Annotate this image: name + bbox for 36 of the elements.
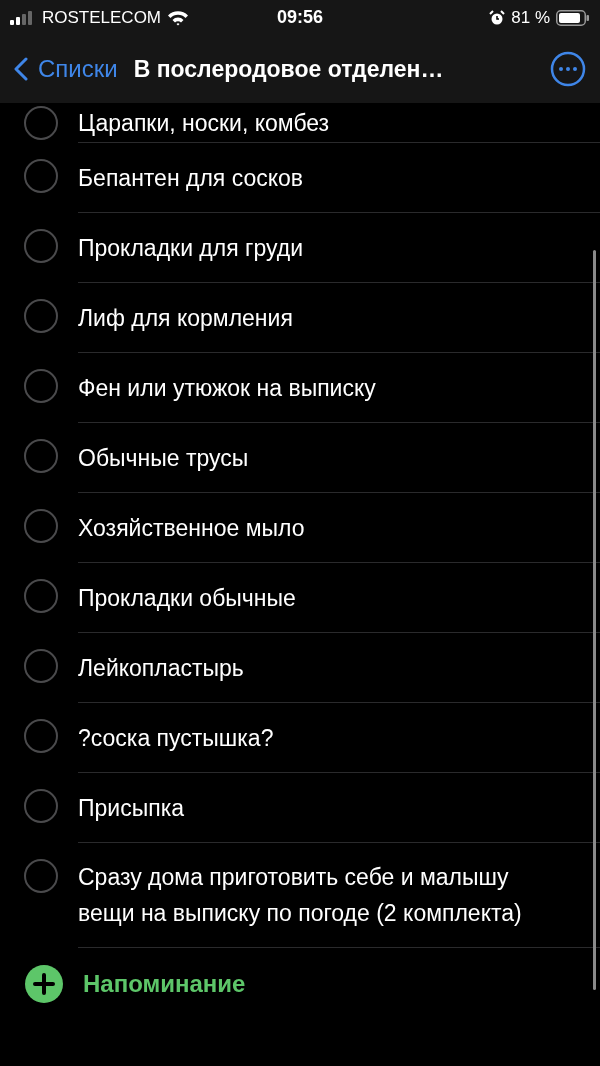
reminder-text: Бепантен для сосков [78,163,304,193]
checkbox-circle[interactable] [24,159,58,193]
reminder-text: Хозяйственное мыло [78,513,305,543]
checkbox-circle[interactable] [24,649,58,683]
plus-icon [25,965,63,1003]
more-icon[interactable] [550,51,586,87]
checkbox-circle[interactable] [24,369,58,403]
clock-time: 09:56 [277,7,323,28]
reminder-text: Присыпка [78,793,184,823]
checkbox-circle[interactable] [24,789,58,823]
checkbox-circle[interactable] [24,439,58,473]
checkbox-circle[interactable] [24,859,58,893]
wifi-icon [167,9,190,26]
battery-icon [556,9,590,26]
checkbox-circle[interactable] [24,719,58,753]
battery-percent: 81 % [511,7,550,28]
chevron-left-icon [14,57,28,81]
reminder-text: Прокладки обычные [78,583,296,613]
reminder-text: Лейкопластырь [78,653,244,683]
reminder-text: Сразу дома приготовить себе и малышу вещи на выписку по погоде (2 комплекта) [78,863,523,928]
reminder-text: Царапки, носки, комбез [78,108,330,138]
reminder-text: ?соска пустышка? [78,723,274,753]
checkbox-circle[interactable] [24,299,58,333]
reminder-text: Лиф для кормления [78,303,293,333]
reminder-text: Прокладки для груди [78,233,303,263]
carrier-name: ROSTELECOM [42,7,162,28]
list-title: В послеродовое отделен… [133,55,445,83]
checkbox-circle[interactable] [24,106,58,140]
checkbox-circle[interactable] [24,509,58,543]
checkbox-circle[interactable] [24,579,58,613]
reminder-text: Фен или утюжок на выписку [78,373,376,403]
reminder-text: Обычные трусы [78,443,249,473]
checkbox-circle[interactable] [24,229,58,263]
alarm-icon [489,9,506,26]
back-button[interactable]: Списки [14,55,118,83]
add-reminder-button[interactable]: Напоминание [0,965,246,1003]
